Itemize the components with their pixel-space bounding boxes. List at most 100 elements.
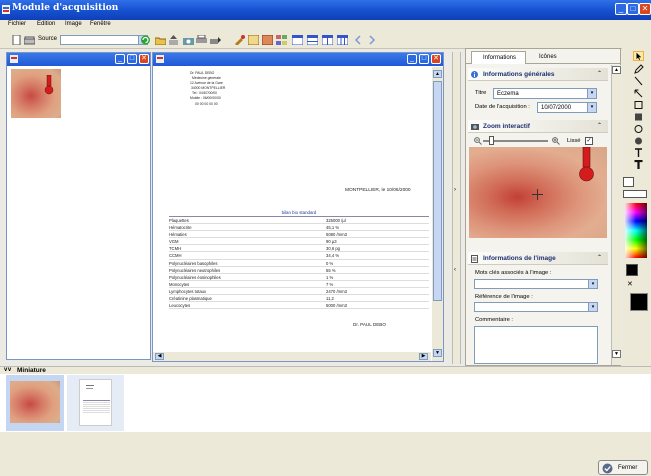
- filled-rectangle-icon[interactable]: [633, 112, 644, 122]
- doc-header-line: Mobile : 06/00/00/00: [190, 96, 221, 100]
- zoom-in-icon[interactable]: [552, 137, 560, 145]
- document-window-titlebar: _ □ ✕: [153, 53, 443, 66]
- menu-edition[interactable]: Edition: [37, 21, 55, 27]
- close-button[interactable]: ✕: [639, 3, 651, 15]
- line-width-box[interactable]: [623, 177, 634, 187]
- table-row: Leucocytes 5000 /mm3: [169, 302, 429, 310]
- source-label: Source: [38, 36, 58, 42]
- eczema-thumbnail-image[interactable]: [11, 69, 61, 118]
- layout-split-icon[interactable]: [322, 35, 333, 45]
- camera-icon[interactable]: [183, 35, 194, 45]
- zoom-slider-thumb[interactable]: [489, 136, 494, 145]
- background-color-swatch[interactable]: [630, 293, 648, 311]
- titre-select[interactable]: Eczema ▾: [493, 88, 597, 99]
- collapse-icon[interactable]: ⌃: [597, 122, 602, 129]
- info-panel-scrollbar[interactable]: ▲ ▼: [611, 65, 621, 365]
- layout-horizontal-icon[interactable]: [307, 35, 318, 45]
- upload-icon[interactable]: [168, 35, 179, 45]
- scroll-down-button[interactable]: ▼: [433, 349, 442, 357]
- panel-splitter[interactable]: › ‹: [452, 52, 461, 364]
- table-row: CCMH 34,4 %: [169, 252, 429, 260]
- open-icon[interactable]: [155, 35, 166, 45]
- refresh-icon[interactable]: [140, 35, 151, 45]
- scanner-icon[interactable]: [24, 35, 35, 45]
- scroll-down-button[interactable]: ▼: [612, 350, 621, 358]
- tab-informations[interactable]: Informations: [471, 51, 526, 64]
- chevron-right-icon: ›: [454, 187, 456, 193]
- horizontal-scrollbar[interactable]: ◀ ▶: [153, 352, 431, 361]
- text-icon[interactable]: [633, 148, 644, 158]
- scan-icon[interactable]: [210, 35, 221, 45]
- scroll-left-button[interactable]: ◀: [155, 353, 164, 360]
- miniature-item-image[interactable]: [6, 375, 64, 431]
- section-general-header[interactable]: Informations générales ⌃: [468, 68, 608, 81]
- tools-icon[interactable]: [235, 35, 246, 45]
- menu-fenetre[interactable]: Fenêtre: [90, 21, 111, 27]
- close-window-button[interactable]: Fermer: [598, 460, 648, 475]
- text-bold-icon[interactable]: [633, 160, 644, 170]
- vertical-scrollbar[interactable]: ▲ ▼: [432, 67, 443, 361]
- keywords-label: Mots clés associés à l'image :: [475, 270, 552, 276]
- section-zoom-header[interactable]: Zoom interactif ⌃: [468, 120, 608, 133]
- mosaic-icon[interactable]: [292, 35, 303, 45]
- layout-vertical-icon[interactable]: [337, 35, 348, 45]
- tab-icones[interactable]: Icônes: [539, 54, 557, 60]
- zoom-out-icon[interactable]: [474, 137, 482, 145]
- doc-header-line: 12 Avenue de la Gare: [190, 81, 223, 85]
- table-row: Plaquettes 325000 /µl: [169, 217, 429, 225]
- collapse-icon[interactable]: ⌃: [597, 70, 602, 77]
- pointer-icon[interactable]: [633, 51, 644, 61]
- miniature-strip: [0, 374, 651, 432]
- source-select[interactable]: ▾: [60, 35, 148, 45]
- comment-textarea[interactable]: [474, 326, 598, 364]
- collapse-icon[interactable]: ⌃: [597, 254, 602, 261]
- scrollbar-thumb[interactable]: [433, 81, 442, 301]
- capture-icon[interactable]: [248, 35, 259, 45]
- minimize-button[interactable]: _: [115, 54, 125, 64]
- close-button[interactable]: ✕: [139, 54, 149, 64]
- menu-fichier[interactable]: Fichier: [8, 21, 26, 27]
- section-image-info-header[interactable]: Informations de l'image ⌃: [468, 252, 608, 265]
- table-row: VGM 90 µ3: [169, 238, 429, 246]
- minimize-button[interactable]: _: [615, 3, 627, 15]
- miniature-item-document[interactable]: [67, 375, 124, 431]
- print-icon[interactable]: [196, 35, 207, 45]
- maximize-button[interactable]: □: [127, 54, 137, 64]
- scroll-right-button[interactable]: ▶: [419, 353, 428, 360]
- maximize-button[interactable]: □: [419, 54, 429, 64]
- ellipse-icon[interactable]: [633, 124, 644, 134]
- line-width-stepper[interactable]: [623, 190, 647, 198]
- section-image-info-title: Informations de l'image: [483, 255, 556, 262]
- table-row: Polynucléaires éosinophiles 1 %: [169, 274, 429, 281]
- scroll-up-button[interactable]: ▲: [612, 66, 621, 74]
- miniature-header[interactable]: vv Miniature: [0, 366, 651, 374]
- new-doc-icon[interactable]: [11, 35, 22, 45]
- table-row: Hématocrite 45,1 %: [169, 224, 429, 232]
- gallery-icon[interactable]: [276, 35, 287, 45]
- foreground-color-swatch[interactable]: [626, 264, 638, 276]
- scroll-up-button[interactable]: ▲: [433, 70, 442, 78]
- section-general-title: Informations générales: [483, 71, 555, 78]
- pencil-icon[interactable]: [633, 64, 644, 74]
- lisse-checkbox[interactable]: ✓: [585, 137, 593, 145]
- date-field[interactable]: 10/07/2000 ▾: [537, 102, 597, 113]
- doc-header-line: Dr. PAUL DEBO: [190, 71, 215, 75]
- filled-ellipse-icon[interactable]: [633, 136, 644, 146]
- arrow-right-icon[interactable]: [366, 35, 377, 45]
- keywords-select[interactable]: ▾: [474, 279, 598, 289]
- info-icon: [471, 71, 478, 78]
- menu-image[interactable]: Image: [65, 21, 82, 27]
- export-icon[interactable]: [262, 35, 273, 45]
- maximize-button[interactable]: □: [627, 3, 639, 15]
- rectangle-icon[interactable]: [633, 100, 644, 110]
- reference-select[interactable]: ▾: [474, 302, 598, 312]
- color-palette[interactable]: [625, 203, 647, 258]
- close-icon[interactable]: ✕: [627, 280, 633, 288]
- arrow-icon[interactable]: [633, 88, 644, 98]
- arrow-left-icon[interactable]: [353, 35, 364, 45]
- minimize-button[interactable]: _: [407, 54, 417, 64]
- close-button[interactable]: ✕: [431, 54, 441, 64]
- doc-signature: Dr. PAUL DEBO: [353, 322, 386, 327]
- image-window: _ □ ✕: [6, 52, 151, 360]
- line-icon[interactable]: [633, 76, 644, 86]
